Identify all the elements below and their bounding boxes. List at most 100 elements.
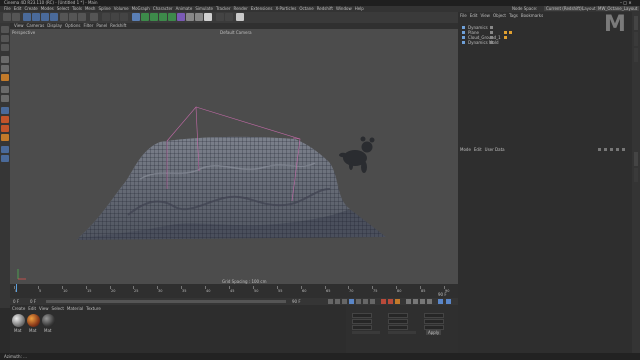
size-mode-dropdown[interactable]: [388, 331, 416, 334]
material-tag-icon[interactable]: [509, 31, 512, 34]
make-editable-icon[interactable]: [1, 26, 9, 33]
object-menu-item[interactable]: Bookmarks: [521, 13, 543, 18]
camera-icon[interactable]: [195, 13, 203, 21]
visibility-toggle[interactable]: [490, 31, 493, 34]
scale-tool-icon[interactable]: [41, 13, 49, 21]
material-swatch[interactable]: [12, 314, 25, 327]
menu-item[interactable]: Extensions: [251, 6, 273, 11]
apply-button[interactable]: Apply: [426, 330, 442, 335]
cloner-icon[interactable]: [159, 13, 167, 21]
texture-mode-icon[interactable]: [1, 44, 9, 51]
undo-icon[interactable]: [3, 13, 11, 21]
menu-item[interactable]: Tracker: [216, 6, 230, 11]
previous-key-icon[interactable]: [335, 299, 340, 304]
current-frame-field[interactable]: 0 F: [30, 299, 36, 304]
y-axis-icon[interactable]: [69, 13, 77, 21]
render-view-icon[interactable]: [111, 13, 119, 21]
scale-key-icon[interactable]: [420, 299, 425, 304]
menu-item[interactable]: Render: [233, 6, 247, 11]
keyframe-icon[interactable]: [395, 299, 400, 304]
lock-workplane-icon[interactable]: [1, 155, 9, 162]
material-menu-item[interactable]: Edit: [28, 306, 36, 311]
points-mode-icon[interactable]: [1, 56, 9, 63]
attributes-tab[interactable]: [634, 152, 638, 166]
viewport-menu-item[interactable]: Cameras: [27, 23, 45, 28]
layout-dropdown[interactable]: MW_Octane_Layout: [596, 6, 640, 11]
rotate-key-icon[interactable]: [413, 299, 418, 304]
collider-tag-icon[interactable]: [504, 36, 507, 39]
workplane-icon[interactable]: [1, 146, 9, 153]
object-menu-item[interactable]: View: [480, 13, 490, 18]
menu-item[interactable]: X-Particles: [275, 6, 296, 11]
xparticles-icon[interactable]: [1, 134, 9, 141]
octane-settings-icon[interactable]: [1, 125, 9, 132]
object-menu-item[interactable]: Edit: [470, 13, 478, 18]
menu-item[interactable]: Modes: [41, 6, 54, 11]
rotation-h-field[interactable]: [424, 313, 444, 318]
material-swatch[interactable]: [27, 314, 40, 327]
objects-tab[interactable]: [634, 16, 638, 30]
object-menu-item[interactable]: File: [460, 13, 467, 18]
menu-item[interactable]: Redshift: [317, 6, 333, 11]
position-y-field[interactable]: [352, 319, 372, 324]
field-icon[interactable]: [177, 13, 185, 21]
rotate-tool-icon[interactable]: [50, 13, 58, 21]
edges-mode-icon[interactable]: [1, 65, 9, 72]
viewport-menu-item[interactable]: Redshift: [110, 23, 126, 28]
menu-item[interactable]: Volume: [114, 6, 129, 11]
position-z-field[interactable]: [352, 325, 372, 330]
param-key-icon[interactable]: [427, 299, 432, 304]
visibility-toggle[interactable]: [490, 26, 493, 29]
menu-item[interactable]: Mesh: [85, 6, 96, 11]
floor-icon[interactable]: [186, 13, 194, 21]
frame-start-field[interactable]: 0 F: [13, 299, 19, 304]
polygons-mode-icon[interactable]: [1, 74, 9, 81]
redshift-icon[interactable]: [225, 13, 233, 21]
menu-item[interactable]: Spline: [98, 6, 110, 11]
subdivision-icon[interactable]: [150, 13, 158, 21]
size-x-field[interactable]: [388, 313, 408, 318]
go-to-end-icon[interactable]: [370, 299, 375, 304]
render-region-icon[interactable]: [102, 13, 110, 21]
model-mode-icon[interactable]: [1, 35, 9, 42]
menu-item[interactable]: Select: [57, 6, 69, 11]
timeline-ruler[interactable]: 051015202530354045505560657075808590 90 …: [10, 284, 458, 298]
go-to-start-icon[interactable]: [328, 299, 333, 304]
viewport-3d[interactable]: Perspective Default Camera Grid Spacing …: [10, 29, 458, 284]
sculpt-icon[interactable]: [1, 107, 9, 114]
octane-live-viewer-icon[interactable]: [1, 116, 9, 123]
step-forward-icon[interactable]: [356, 299, 361, 304]
search-icon[interactable]: [610, 148, 613, 151]
move-key-icon[interactable]: [406, 299, 411, 304]
object-row[interactable]: Dynamics Mold: [458, 40, 632, 45]
render-settings-icon[interactable]: [120, 13, 128, 21]
move-tool-icon[interactable]: [32, 13, 40, 21]
menu-item[interactable]: Animate: [176, 6, 193, 11]
x-axis-icon[interactable]: [60, 13, 68, 21]
autokey-icon[interactable]: [388, 299, 393, 304]
z-axis-icon[interactable]: [78, 13, 86, 21]
attribute-menu-item[interactable]: User Data: [485, 147, 505, 152]
new-manager-icon[interactable]: [622, 148, 625, 151]
deformer-icon[interactable]: [168, 13, 176, 21]
viewport-menu-item[interactable]: Filter: [83, 23, 93, 28]
layers-tab[interactable]: [634, 168, 638, 182]
visibility-toggle[interactable]: [490, 36, 493, 39]
material-swatch[interactable]: [42, 314, 55, 327]
play-icon[interactable]: [349, 299, 354, 304]
frame-end-field[interactable]: 90 F: [292, 299, 301, 304]
position-x-field[interactable]: [352, 313, 372, 318]
coordinate-system-icon[interactable]: [90, 13, 98, 21]
back-arrow-icon[interactable]: [598, 148, 601, 151]
content-browser-tab[interactable]: [634, 48, 638, 62]
window-controls[interactable]: – □ ×: [620, 0, 632, 5]
object-menu-item[interactable]: Object: [493, 13, 506, 18]
fcurve-icon[interactable]: [446, 299, 451, 304]
redo-icon[interactable]: [12, 13, 20, 21]
object-menu-item[interactable]: Tags: [509, 13, 518, 18]
object-rel-dropdown[interactable]: [352, 331, 380, 334]
menu-item[interactable]: Tools: [72, 6, 82, 11]
next-key-icon[interactable]: [363, 299, 368, 304]
material-menu-item[interactable]: View: [39, 306, 49, 311]
viewport-menu-item[interactable]: Panel: [96, 23, 107, 28]
